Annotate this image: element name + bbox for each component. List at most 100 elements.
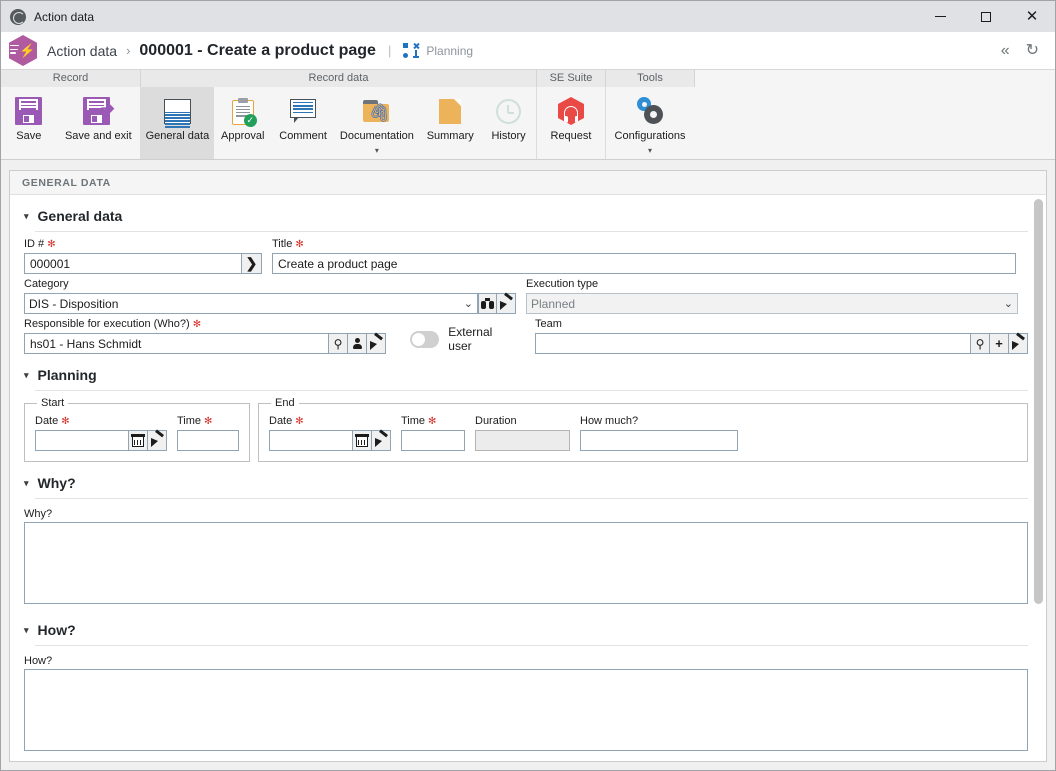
header-bar: ⚡ Action data › 000001 - Create a produc… bbox=[1, 32, 1055, 69]
documentation-chevron-down-icon[interactable]: ▾ bbox=[375, 147, 379, 155]
summary-tab[interactable]: Summary bbox=[419, 87, 481, 159]
search-icon: ⚲ bbox=[333, 336, 343, 351]
ribbon-group-label-tools: Tools bbox=[606, 70, 695, 87]
collapse-chevron-icon[interactable]: ▾ bbox=[24, 370, 29, 380]
documentation-tab[interactable]: 🖇 Documentation ▾ bbox=[335, 87, 420, 159]
history-label: History bbox=[491, 130, 526, 142]
section-divider bbox=[35, 231, 1028, 232]
category-search-button[interactable] bbox=[478, 293, 497, 314]
category-clear-button[interactable] bbox=[497, 293, 516, 314]
team-add-button[interactable]: + bbox=[990, 333, 1009, 354]
breadcrumb-separator-icon: › bbox=[126, 43, 131, 58]
vertical-scrollbar[interactable] bbox=[1034, 197, 1043, 757]
start-date-clear-button[interactable] bbox=[148, 430, 167, 451]
configurations-button[interactable]: Configurations ▾ bbox=[606, 87, 694, 159]
row-id-title: ID # ✻ ❯ Title ✻ bbox=[24, 238, 1028, 274]
fieldset-start: Start Date ✻ Time ✻ bbox=[24, 397, 250, 462]
label-how: How? bbox=[24, 655, 53, 667]
execution-type-value: Planned bbox=[531, 296, 576, 311]
form-scroll-area: ▾ General data ID # ✻ ❯ Tit bbox=[10, 195, 1046, 761]
header-actions: « ↻ bbox=[1001, 42, 1047, 59]
section-header-general-data[interactable]: ▾ General data bbox=[24, 195, 1028, 224]
collapse-chevron-icon[interactable]: ▾ bbox=[24, 625, 29, 635]
why-textarea[interactable] bbox=[24, 522, 1028, 604]
planning-fieldsets: Start Date ✻ Time ✻ End Date ✻ Time ✻ Du… bbox=[24, 397, 1028, 462]
collapse-ribbon-icon[interactable]: « bbox=[1001, 42, 1010, 59]
end-time-input[interactable] bbox=[401, 430, 465, 451]
label-responsible: Responsible for execution (Who?) ✻ bbox=[24, 318, 386, 331]
collapse-chevron-icon[interactable]: ▾ bbox=[24, 478, 29, 488]
history-tab: History bbox=[481, 87, 536, 159]
documentation-folder-icon: 🖇 bbox=[362, 92, 393, 130]
start-date-input[interactable] bbox=[35, 430, 129, 451]
ribbon-toolbar: Record Record data SE Suite Tools Save ➞ bbox=[1, 69, 1055, 160]
how-much-input[interactable] bbox=[580, 430, 738, 451]
search-icon: ⚲ bbox=[975, 336, 985, 351]
comment-label: Comment bbox=[279, 130, 327, 142]
responsible-input[interactable] bbox=[24, 333, 329, 354]
scrollbar-thumb[interactable] bbox=[1034, 199, 1043, 604]
save-button[interactable]: Save bbox=[1, 87, 57, 159]
team-input[interactable] bbox=[535, 333, 971, 354]
ribbon-group-label-record-data: Record data bbox=[141, 70, 537, 87]
clear-brush-icon bbox=[499, 298, 513, 310]
label-how-much: How much? bbox=[580, 415, 639, 427]
responsible-clear-button[interactable] bbox=[367, 333, 386, 354]
save-button-label: Save bbox=[16, 130, 42, 142]
start-time-input[interactable] bbox=[177, 430, 239, 451]
legend-start: Start bbox=[41, 397, 65, 409]
comment-bubble-icon bbox=[290, 92, 317, 130]
breadcrumb-root[interactable]: Action data bbox=[47, 43, 117, 59]
team-search-button[interactable]: ⚲ bbox=[971, 333, 990, 354]
clear-brush-icon bbox=[150, 435, 164, 447]
external-user-toggle[interactable] bbox=[410, 330, 440, 348]
end-date-clear-button[interactable] bbox=[372, 430, 391, 451]
approval-label: Approval bbox=[221, 130, 265, 142]
title-input[interactable] bbox=[272, 253, 1016, 274]
section-header-why[interactable]: ▾ Why? bbox=[24, 462, 1028, 491]
configurations-gears-icon bbox=[635, 92, 665, 130]
toggle-knob bbox=[411, 331, 426, 347]
section-header-planning[interactable]: ▾ Planning bbox=[24, 354, 1028, 383]
category-select[interactable]: DIS - Disposition ⌄ bbox=[24, 293, 478, 314]
ribbon-group-record-data: General data ✓ Approval Comment 🖇 Docume… bbox=[141, 87, 537, 159]
fieldset-end: End Date ✻ Time ✻ Duration How much? bbox=[258, 397, 1028, 462]
responsible-person-button[interactable] bbox=[348, 333, 367, 354]
close-button[interactable]: ✕ bbox=[1009, 1, 1055, 32]
required-marker-icon: ✻ bbox=[295, 415, 304, 427]
start-date-calendar-button[interactable] bbox=[129, 430, 148, 451]
maximize-button[interactable] bbox=[963, 1, 1009, 32]
general-data-tab[interactable]: General data bbox=[141, 87, 214, 159]
save-and-exit-button[interactable]: ➞ Save and exit bbox=[57, 87, 140, 159]
header-divider: | bbox=[387, 43, 392, 58]
general-data-icon bbox=[163, 92, 191, 130]
label-id: ID # ✻ bbox=[24, 238, 262, 251]
collapse-chevron-icon[interactable]: ▾ bbox=[24, 211, 29, 221]
summary-page-icon bbox=[439, 92, 462, 130]
field-duration: Duration bbox=[475, 415, 570, 451]
comment-tab[interactable]: Comment bbox=[272, 87, 335, 159]
minimize-button[interactable] bbox=[917, 1, 963, 32]
request-headset-icon bbox=[558, 92, 584, 130]
duration-input bbox=[475, 430, 570, 451]
how-textarea[interactable] bbox=[24, 669, 1028, 751]
responsible-search-button[interactable]: ⚲ bbox=[329, 333, 348, 354]
approval-tab[interactable]: ✓ Approval bbox=[214, 87, 272, 159]
id-input[interactable] bbox=[24, 253, 242, 274]
section-divider bbox=[35, 645, 1028, 646]
field-id: ID # ✻ ❯ bbox=[24, 238, 262, 274]
globe-icon bbox=[10, 8, 26, 25]
status-badge: Planning bbox=[426, 43, 474, 58]
end-date-calendar-button[interactable] bbox=[353, 430, 372, 451]
field-start-date: Date ✻ bbox=[35, 415, 167, 451]
end-date-input[interactable] bbox=[269, 430, 353, 451]
field-responsible: Responsible for execution (Who?) ✻ ⚲ bbox=[24, 318, 386, 354]
id-go-button[interactable]: ❯ bbox=[242, 253, 262, 274]
clear-brush-icon bbox=[369, 338, 383, 350]
section-header-how[interactable]: ▾ How? bbox=[24, 609, 1028, 638]
title-bar: Action data ✕ bbox=[1, 1, 1055, 32]
request-button[interactable]: Request bbox=[537, 87, 605, 159]
team-clear-button[interactable] bbox=[1009, 333, 1028, 354]
configurations-chevron-down-icon[interactable]: ▾ bbox=[648, 147, 652, 155]
refresh-icon[interactable]: ↻ bbox=[1026, 42, 1039, 59]
